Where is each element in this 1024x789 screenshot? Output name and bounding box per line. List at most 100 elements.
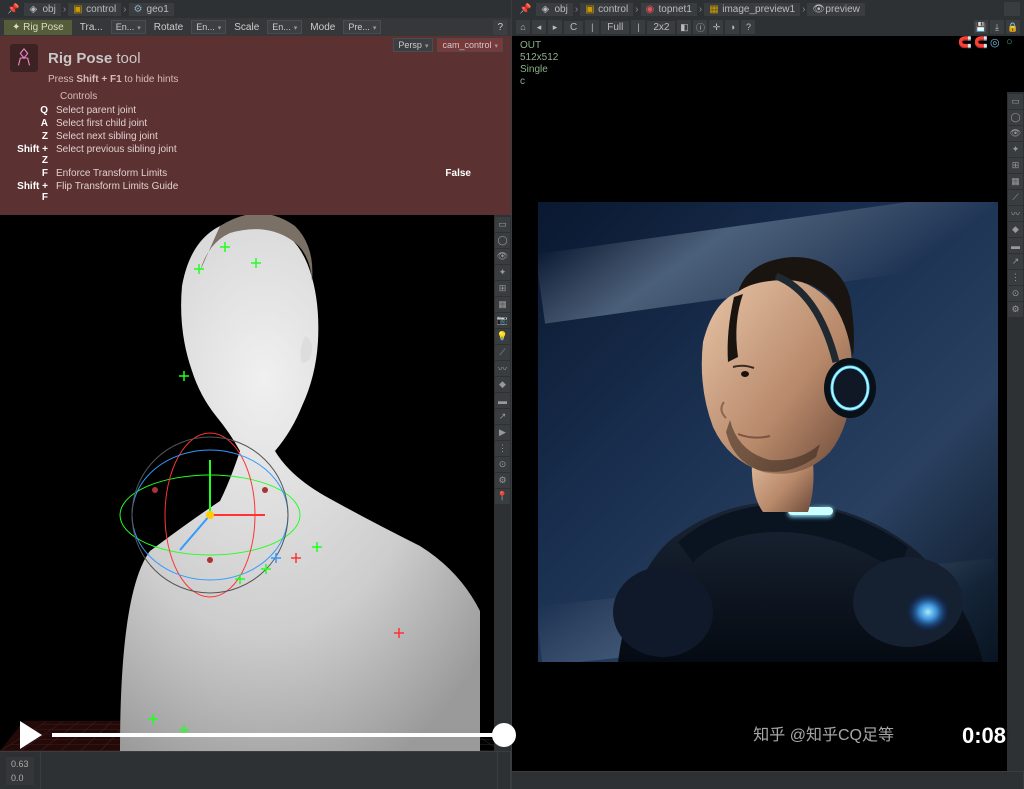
info-button[interactable]: ⓘ: [693, 20, 707, 34]
left-breadcrumb: 📌 ◈obj › ▣control › ⚙geo1: [0, 0, 511, 18]
tool-pin[interactable]: 📍: [495, 489, 510, 504]
tool-arrow[interactable]: ↗: [495, 409, 510, 424]
network-icon: ◉: [646, 4, 656, 14]
rotation-gimbal[interactable]: [115, 430, 305, 600]
export-button[interactable]: ⤓: [990, 20, 1004, 34]
scrubber-knob[interactable]: [492, 723, 516, 747]
joint-marker[interactable]: [235, 574, 245, 584]
target-icon[interactable]: ◎: [990, 36, 1004, 50]
help-button[interactable]: ?: [493, 20, 507, 35]
joint-marker[interactable]: [312, 542, 322, 552]
grid-dropdown[interactable]: 2x2: [647, 21, 675, 34]
help-button[interactable]: ?: [741, 20, 755, 34]
lock-button[interactable]: 🔒: [1006, 20, 1020, 34]
tool-view[interactable]: 👁: [495, 249, 510, 264]
box-icon: ▣: [585, 4, 595, 14]
home-button[interactable]: ⌂: [516, 20, 530, 34]
video-timestamp: 0:08: [962, 723, 1006, 749]
tool-lasso[interactable]: ◯: [495, 233, 510, 248]
magnet-icon[interactable]: 🧲: [958, 36, 972, 50]
imgview-tool[interactable]: ⋮: [1008, 270, 1023, 285]
save-button[interactable]: 💾: [974, 20, 988, 34]
dd-pre[interactable]: Pre...: [343, 20, 381, 34]
imgview-tool[interactable]: 〰: [1008, 206, 1023, 221]
joint-marker[interactable]: [261, 564, 271, 574]
crumb-obj[interactable]: ◈obj: [24, 3, 60, 16]
fit-dropdown[interactable]: Full: [601, 21, 629, 34]
perspective-dropdown[interactable]: Persp: [393, 38, 433, 52]
progress-track[interactable]: [52, 733, 504, 737]
joint-marker[interactable]: [291, 553, 301, 563]
imgview-tool[interactable]: ⊞: [1008, 158, 1023, 173]
tab-mode[interactable]: Mode: [304, 20, 341, 35]
hint-desc: Select previous sibling joint: [56, 144, 501, 166]
eye-icon: 👁: [812, 4, 822, 14]
hint-desc: Flip Transform Limits Guide: [56, 181, 501, 203]
dd-en1[interactable]: En...: [111, 20, 146, 34]
tool-misc2[interactable]: ⊙: [495, 457, 510, 472]
imgview-tool[interactable]: ◯: [1008, 110, 1023, 125]
imgview-tool[interactable]: ✦: [1008, 142, 1023, 157]
tool-plane[interactable]: ▬: [495, 393, 510, 408]
joint-marker[interactable]: [194, 264, 204, 274]
tool-geo[interactable]: ◆: [495, 377, 510, 392]
dd-en2[interactable]: En...: [191, 20, 226, 34]
imgview-tool[interactable]: 👁: [1008, 126, 1023, 141]
tool-camera[interactable]: 📷: [495, 313, 510, 328]
crumb-preview[interactable]: 👁preview: [807, 3, 864, 16]
video-scrubber[interactable]: [20, 721, 504, 749]
imgview-tool[interactable]: ▬: [1008, 238, 1023, 253]
crumb-control[interactable]: ▣control: [68, 3, 121, 16]
circle-icon[interactable]: ○: [1006, 36, 1020, 50]
tool-gear[interactable]: ⚙: [495, 473, 510, 488]
tool-misc[interactable]: ⋮: [495, 441, 510, 456]
magnet-red-icon[interactable]: 🧲: [974, 36, 988, 50]
imgview-tool[interactable]: ⊙: [1008, 286, 1023, 301]
imgview-tool[interactable]: ⚙: [1008, 302, 1023, 317]
sep-icon: |: [585, 20, 599, 34]
imgview-tool[interactable]: ▭: [1008, 94, 1023, 109]
crumb-obj[interactable]: ◈obj: [536, 3, 572, 16]
tab-scale[interactable]: Scale: [228, 20, 265, 35]
tab-translate[interactable]: Tra...: [74, 20, 109, 35]
imgview-tool[interactable]: ⟋: [1008, 190, 1023, 205]
left-viewport[interactable]: ▭ ◯ 👁 ✦ ⊞ ▦ 📷 💡 ⟋ 〰 ◆ ▬ ↗ ▶ ⋮ ⊙ ⚙ 📍: [0, 215, 511, 751]
crumb-topnet[interactable]: ◉topnet1: [641, 3, 697, 16]
crumb-image-preview[interactable]: ▦image_preview1: [704, 3, 800, 16]
progress-bar: [52, 733, 504, 737]
joint-marker[interactable]: [251, 258, 261, 268]
tool-toggle[interactable]: ⊞: [495, 281, 510, 296]
image-viewport[interactable]: ▭ ◯ 👁 ✦ ⊞ ▦ ⟋ 〰 ◆ ▬ ↗ ⋮ ⊙ ⚙: [512, 92, 1024, 771]
dd-en3[interactable]: En...: [267, 20, 302, 34]
imgview-tool[interactable]: ▦: [1008, 174, 1023, 189]
imgview-tool[interactable]: ◆: [1008, 222, 1023, 237]
joint-marker[interactable]: [394, 628, 404, 638]
nav-left-button[interactable]: ◂: [532, 20, 546, 34]
crumb-control[interactable]: ▣control: [580, 3, 633, 16]
tool-curve[interactable]: 〰: [495, 361, 510, 376]
tool-select[interactable]: ▭: [495, 217, 510, 232]
nav-right-button[interactable]: ▸: [548, 20, 562, 34]
tab-rotate[interactable]: Rotate: [148, 20, 189, 35]
tool-snap[interactable]: ✦: [495, 265, 510, 280]
play-button[interactable]: [20, 721, 42, 749]
joint-marker[interactable]: [271, 553, 281, 563]
tool-bone[interactable]: ⟋: [495, 345, 510, 360]
tool-display[interactable]: ▦: [495, 297, 510, 312]
tool-light[interactable]: 💡: [495, 329, 510, 344]
hint-row: ZSelect next sibling joint: [10, 131, 501, 142]
pin-icon[interactable]: 📌: [516, 4, 534, 15]
imgview-tool[interactable]: ↗: [1008, 254, 1023, 269]
pin-icon[interactable]: 📌: [4, 4, 22, 15]
camera-dropdown[interactable]: cam_control: [437, 38, 503, 52]
channel-dropdown[interactable]: C: [564, 21, 583, 34]
panel-menu-button[interactable]: [1004, 2, 1020, 16]
joint-marker[interactable]: [220, 242, 230, 252]
tab-rig-pose[interactable]: ✦ Rig Pose: [4, 20, 72, 35]
joint-marker[interactable]: [179, 371, 189, 381]
crumb-geo1[interactable]: ⚙geo1: [129, 3, 174, 16]
color-button[interactable]: ◑: [725, 20, 739, 34]
tool-chevron[interactable]: ▶: [495, 425, 510, 440]
cursor-button[interactable]: ✛: [709, 20, 723, 34]
view-button[interactable]: ◧: [677, 20, 691, 34]
